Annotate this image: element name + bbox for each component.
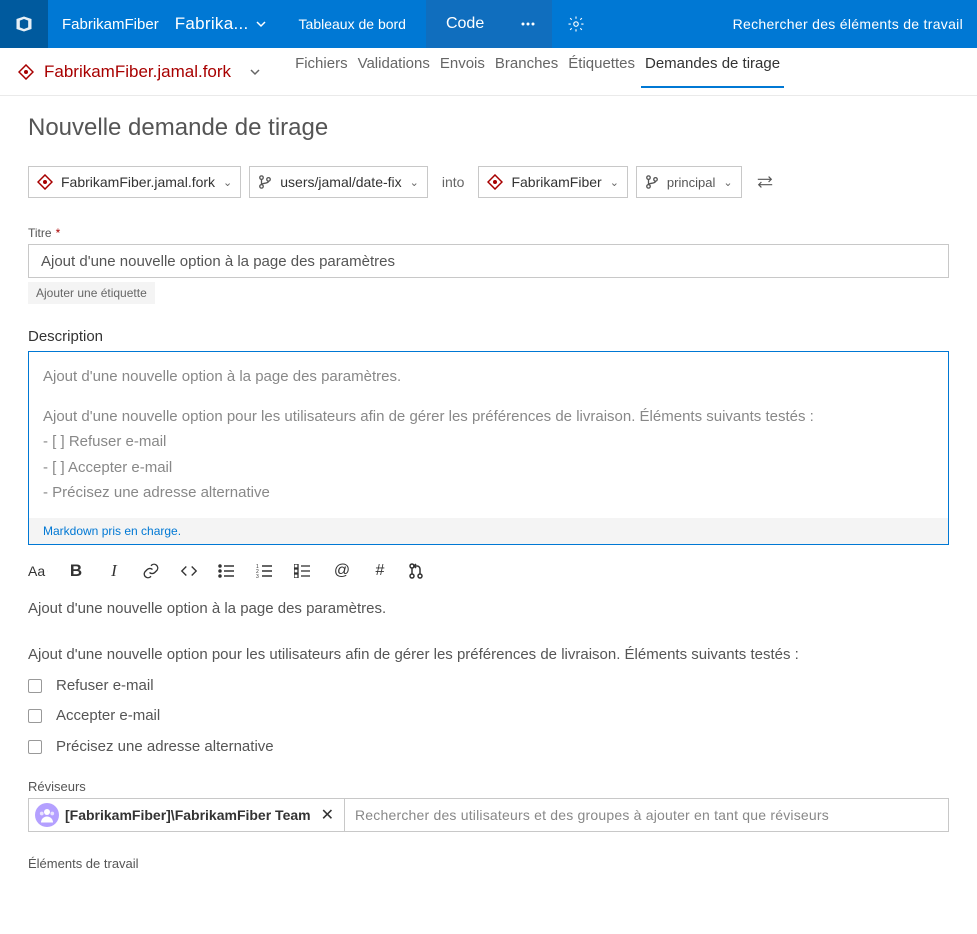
repo-tabs: Fichiers Validations Envois Branches Éti… — [291, 55, 784, 88]
repo-selector[interactable]: FabrikamFiber.jamal.fork — [18, 62, 261, 82]
description-textarea[interactable]: Ajout d'une nouvelle option à la page de… — [29, 352, 948, 518]
project-name[interactable]: FabrikamFiber — [48, 16, 173, 33]
italic-button[interactable]: I — [104, 561, 124, 581]
sub-nav: FabrikamFiber.jamal.fork Fichiers Valida… — [0, 48, 977, 96]
reviewers-label: Réviseurs — [28, 779, 949, 794]
bold-button[interactable]: B — [66, 561, 86, 581]
source-repo-text: FabrikamFiber.jamal.fork — [61, 174, 215, 190]
target-repo-selector[interactable]: FabrikamFiber ⌄ — [478, 166, 627, 198]
chevron-down-icon: ⌄ — [723, 176, 732, 189]
preview-checkbox-row: Refuser e-mail — [28, 672, 949, 701]
repo-name: FabrikamFiber.jamal.fork — [44, 62, 231, 82]
description-box: Ajout d'une nouvelle option à la page de… — [28, 351, 949, 545]
target-branch-text: principal — [667, 175, 715, 190]
checkbox-icon[interactable] — [28, 679, 42, 693]
pr-link-button[interactable] — [408, 563, 428, 579]
checkbox-icon[interactable] — [28, 709, 42, 723]
gear-icon[interactable] — [552, 0, 600, 48]
tab-files[interactable]: Fichiers — [291, 55, 352, 88]
source-branch-text: users/jamal/date-fix — [280, 174, 401, 190]
link-button[interactable] — [142, 562, 162, 580]
source-branch-selector[interactable]: users/jamal/date-fix ⌄ — [249, 166, 428, 198]
swap-branches-icon[interactable] — [750, 175, 780, 189]
markdown-supported-note: Markdown pris en charge. — [29, 518, 948, 544]
add-label-link[interactable]: Ajouter une étiquette — [28, 282, 155, 304]
reviewer-name: [FabrikamFiber]\FabrikamFiber Team — [65, 807, 311, 823]
ordered-list-button[interactable]: 123 — [256, 564, 276, 578]
preview-checkbox-row: Accepter e-mail — [28, 702, 949, 731]
code-button[interactable] — [180, 564, 200, 578]
tab-commits[interactable]: Validations — [354, 55, 434, 88]
team-name[interactable]: Fabrika... — [173, 14, 255, 34]
chevron-down-icon: ⌄ — [223, 176, 232, 189]
reviewers-input[interactable]: [FabrikamFiber]\FabrikamFiber Team ✕ Rec… — [28, 798, 949, 832]
work-items-label: Éléments de travail — [28, 856, 949, 871]
team-avatar-icon — [35, 803, 59, 827]
checklist-button[interactable] — [294, 564, 314, 578]
chevron-down-icon: ⌄ — [410, 176, 419, 189]
editor-toolbar: Aa B I 123 @ # — [28, 561, 949, 581]
target-branch-selector[interactable]: principal ⌄ — [636, 166, 742, 198]
source-repo-selector[interactable]: FabrikamFiber.jamal.fork ⌄ — [28, 166, 241, 198]
remove-reviewer-icon[interactable]: ✕ — [317, 805, 338, 825]
title-label: Titre * — [28, 226, 949, 240]
preview-checkbox-row: Précisez une adresse alternative — [28, 733, 949, 762]
tab-dashboards[interactable]: Tableaux de bord — [279, 0, 426, 48]
preview-line: Ajout d'une nouvelle option à la page de… — [28, 595, 949, 624]
more-icon[interactable] — [504, 0, 552, 48]
checkbox-icon[interactable] — [28, 740, 42, 754]
branch-row: FabrikamFiber.jamal.fork ⌄ users/jamal/d… — [28, 166, 949, 198]
bullet-list-button[interactable] — [218, 564, 238, 578]
required-icon: * — [56, 226, 61, 240]
vsts-logo[interactable] — [0, 0, 48, 48]
hash-button[interactable]: # — [370, 562, 390, 580]
title-input[interactable] — [28, 244, 949, 278]
tab-pushes[interactable]: Envois — [436, 55, 489, 88]
chevron-down-icon[interactable] — [255, 18, 279, 30]
svg-text:3: 3 — [256, 574, 259, 578]
preview-line: Ajout d'une nouvelle option pour les uti… — [28, 641, 949, 670]
tab-code[interactable]: Code — [426, 0, 504, 48]
heading-button[interactable]: Aa — [28, 563, 48, 579]
tab-tags[interactable]: Étiquettes — [564, 55, 639, 88]
into-label: into — [436, 174, 471, 190]
chevron-down-icon: ⌄ — [610, 176, 619, 189]
mention-button[interactable]: @ — [332, 562, 352, 580]
page-title: Nouvelle demande de tirage — [28, 114, 949, 142]
description-preview: Ajout d'une nouvelle option à la page de… — [28, 595, 949, 762]
tab-pull-requests[interactable]: Demandes de tirage — [641, 55, 784, 88]
top-nav: FabrikamFiber Fabrika... Tableaux de bor… — [0, 0, 977, 48]
chevron-down-icon — [249, 66, 261, 78]
search-work-items[interactable]: Rechercher des éléments de travail — [600, 16, 977, 32]
reviewer-chip: [FabrikamFiber]\FabrikamFiber Team ✕ — [29, 799, 345, 831]
content: Nouvelle demande de tirage FabrikamFiber… — [0, 96, 977, 893]
tab-branches[interactable]: Branches — [491, 55, 562, 88]
target-repo-text: FabrikamFiber — [511, 174, 601, 190]
reviewer-search-placeholder: Rechercher des utilisateurs et des group… — [345, 807, 948, 823]
description-label: Description — [28, 328, 949, 345]
